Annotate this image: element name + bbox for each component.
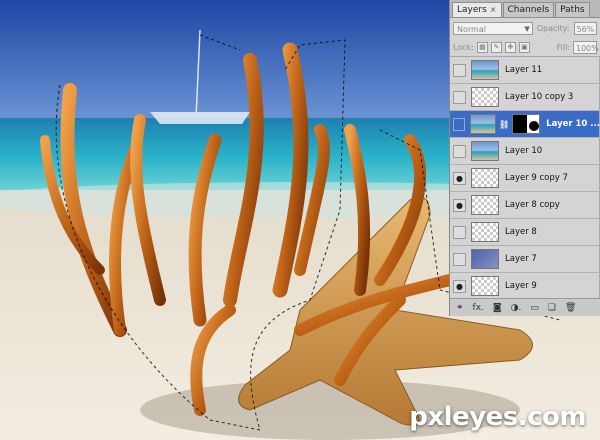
lock-all-icon[interactable]: ▣ <box>518 41 530 53</box>
blend-mode-select[interactable]: Normal ▼ <box>453 21 533 35</box>
adjustment-icon[interactable]: ◑. <box>511 303 522 313</box>
fill-label: Fill: <box>556 42 570 52</box>
fx-icon[interactable]: fx. <box>473 303 484 313</box>
layer-name: Layer 7 <box>505 254 537 264</box>
group-icon[interactable]: ▭ <box>530 303 539 313</box>
lock-position-icon[interactable]: ✥ <box>504 41 516 53</box>
trash-icon[interactable]: 🗑 <box>565 303 576 313</box>
watermark: pxleyes.com <box>409 402 586 432</box>
layer-mask-thumbnail[interactable] <box>512 114 541 134</box>
layer-name: Layer 10 <box>505 146 543 156</box>
opacity-field[interactable]: 56% <box>573 21 597 35</box>
visibility-eye-icon[interactable] <box>453 117 466 131</box>
blend-options-row: Normal ▼ Opacity: 56% <box>450 18 600 38</box>
layer-row[interactable]: ● Layer 9 <box>450 273 600 297</box>
fill-field[interactable]: 100% <box>573 40 599 54</box>
layer-row[interactable]: ● Layer 9 copy 7 <box>450 165 600 192</box>
layers-list: Layer 11 Layer 10 copy 3 ⛓ Layer 10 ... Laye… <box>450 57 600 297</box>
layer-thumbnail <box>471 168 499 188</box>
visibility-eye-icon[interactable]: ● <box>453 279 466 293</box>
layer-row[interactable]: Layer 8 <box>450 219 600 246</box>
layer-name: Layer 10 ... <box>546 119 600 129</box>
layer-row[interactable]: Layer 10 copy 3 <box>450 84 600 111</box>
link-icon[interactable]: ⚭ <box>456 303 464 313</box>
visibility-eye-icon[interactable] <box>453 63 466 77</box>
layer-name: Layer 10 copy 3 <box>505 92 574 102</box>
visibility-eye-icon[interactable]: ● <box>453 171 466 185</box>
lock-label: Lock: <box>453 42 474 52</box>
layer-row[interactable]: Layer 10 <box>450 138 600 165</box>
close-icon[interactable]: × <box>490 3 497 17</box>
lock-pixels-icon[interactable]: ✎ <box>490 41 502 53</box>
layer-row[interactable]: ⛓ Layer 10 ... <box>450 111 600 138</box>
layer-thumbnail <box>471 141 499 161</box>
tab-layers[interactable]: Layers × <box>452 2 502 17</box>
layer-name: Layer 9 copy 7 <box>505 173 568 183</box>
chevron-down-icon: ▼ <box>524 24 530 33</box>
panel-tabs: Layers × Channels Paths <box>450 0 600 18</box>
layer-name: Layer 11 <box>505 65 543 75</box>
layer-thumbnail <box>471 195 499 215</box>
tab-layers-label: Layers <box>457 5 487 15</box>
layer-row[interactable]: Layer 7 <box>450 246 600 273</box>
visibility-eye-icon[interactable] <box>453 225 466 239</box>
layer-row[interactable]: ● Layer 8 copy <box>450 192 600 219</box>
layer-thumbnail <box>471 249 499 269</box>
layer-thumbnail <box>470 114 497 134</box>
layer-row[interactable]: Layer 11 <box>450 57 600 84</box>
mask-link-icon[interactable]: ⛓ <box>499 120 509 129</box>
tab-channels-label: Channels <box>507 5 550 15</box>
layer-thumbnail <box>471 276 499 296</box>
tab-paths[interactable]: Paths <box>555 2 590 17</box>
tab-channels[interactable]: Channels <box>502 2 555 17</box>
tab-paths-label: Paths <box>560 5 585 15</box>
new-layer-icon[interactable]: ❏ <box>548 303 556 313</box>
visibility-eye-icon[interactable] <box>453 90 466 104</box>
opacity-label: Opacity: <box>536 23 570 33</box>
visibility-eye-icon[interactable]: ● <box>453 198 466 212</box>
visibility-eye-icon[interactable] <box>453 144 466 158</box>
layer-name: Layer 8 copy <box>505 200 560 210</box>
mask-icon[interactable]: ◙ <box>493 303 502 313</box>
layer-thumbnail <box>471 87 499 107</box>
layer-thumbnail <box>471 222 499 242</box>
lock-transparency-icon[interactable]: ▦ <box>476 41 488 53</box>
visibility-eye-icon[interactable] <box>453 252 466 266</box>
layers-panel: Layers × Channels Paths Normal ▼ Opacity… <box>449 0 600 316</box>
blend-mode-value: Normal <box>457 24 486 34</box>
layer-name: Layer 8 <box>505 227 537 237</box>
layer-name: Layer 9 <box>505 281 537 291</box>
layers-bottom-bar: ⚭ fx. ◙ ◑. ▭ ❏ 🗑 <box>450 298 600 316</box>
layer-thumbnail <box>471 60 499 80</box>
lock-row: Lock: ▦ ✎ ✥ ▣ Fill: 100% <box>450 38 600 57</box>
